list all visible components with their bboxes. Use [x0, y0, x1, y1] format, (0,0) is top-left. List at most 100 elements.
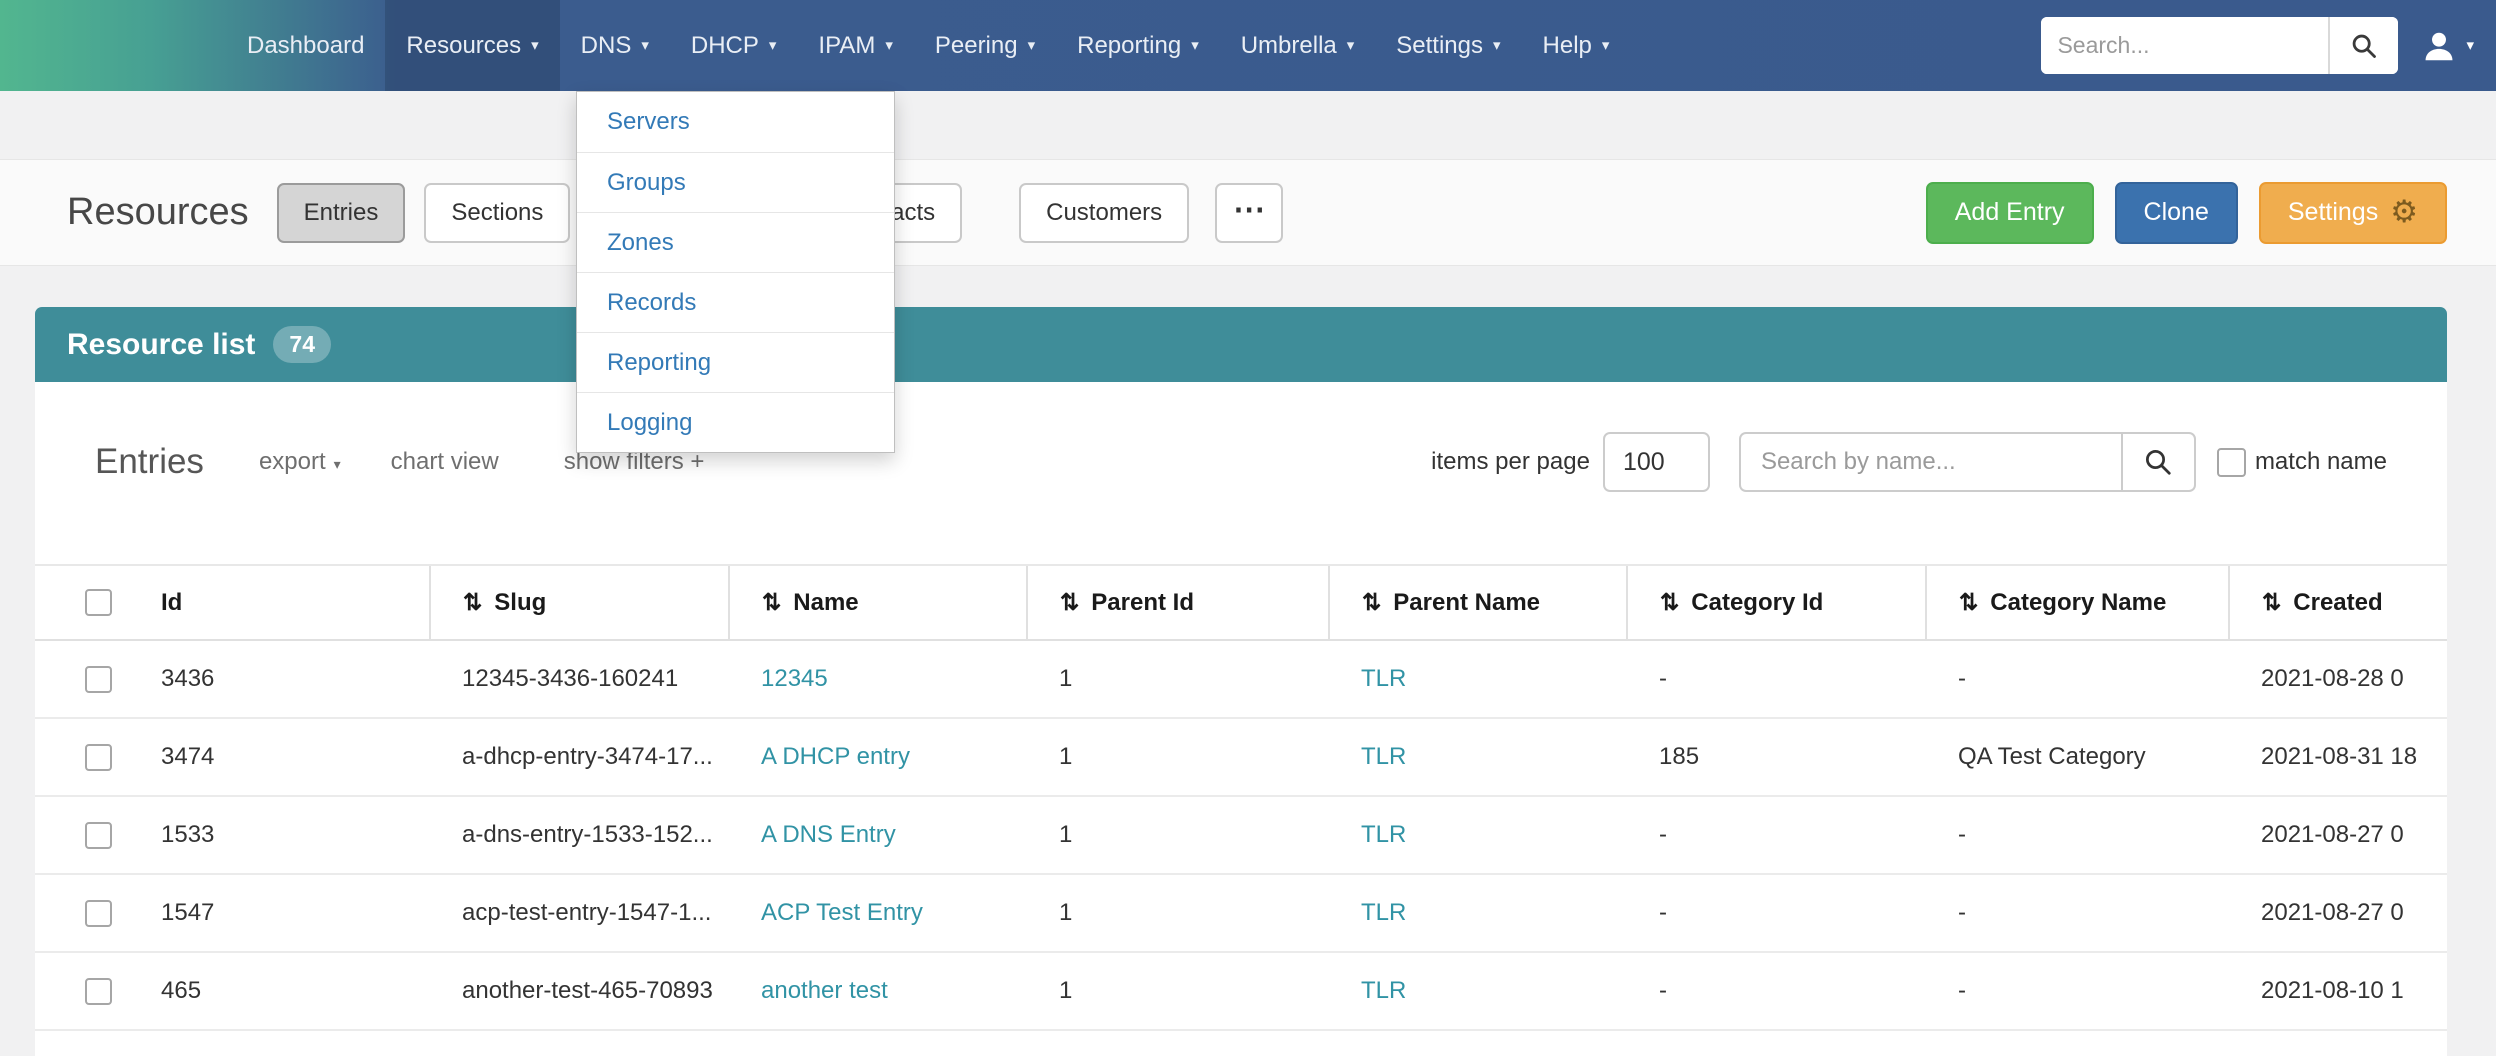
settings-button[interactable]: Settings: [2259, 182, 2447, 244]
row-checkbox[interactable]: [85, 666, 112, 693]
cell-id: 3474: [161, 718, 430, 796]
cell-parent-id: 1: [1027, 640, 1329, 718]
nav-item-peering[interactable]: Peering: [914, 0, 1056, 91]
nav-item-ipam[interactable]: IPAM: [797, 0, 913, 91]
sort-icon: [1362, 589, 1381, 616]
clone-button[interactable]: Clone: [2115, 182, 2238, 244]
sort-icon: [2262, 589, 2281, 616]
entry-name-link[interactable]: another test: [761, 977, 888, 1004]
nav-item-dhcp[interactable]: DHCP: [670, 0, 798, 91]
nav-item-umbrella[interactable]: Umbrella: [1220, 0, 1376, 91]
nav-item-settings[interactable]: Settings: [1375, 0, 1521, 91]
cell-category-name: -: [1926, 874, 2229, 952]
chart-view-link[interactable]: chart view: [391, 448, 499, 476]
tab-sections[interactable]: Sections: [424, 183, 570, 243]
nav-item-dns[interactable]: DNS: [560, 0, 670, 91]
menu-item-logging[interactable]: Logging: [577, 392, 894, 452]
name-search-input[interactable]: [1739, 432, 2121, 492]
cell-parent-name: TLR: [1329, 874, 1627, 952]
app: Dashboard Resources DNS DHCP IPAM Peerin…: [0, 0, 2496, 1056]
menu-item-reporting[interactable]: Reporting: [577, 332, 894, 392]
parent-name-link[interactable]: TLR: [1361, 821, 1406, 848]
parent-name-link[interactable]: TLR: [1361, 743, 1406, 770]
gear-icon: [2390, 196, 2418, 229]
row-checkbox[interactable]: [85, 744, 112, 771]
cell-category-name: -: [1926, 640, 2229, 718]
nav-item-dashboard[interactable]: Dashboard: [226, 0, 385, 91]
entry-name-link[interactable]: A DHCP entry: [761, 743, 910, 770]
row-checkbox[interactable]: [85, 900, 112, 927]
nav-item-label: IPAM: [818, 32, 875, 60]
panel-body: Entries export chart view show filters +…: [35, 382, 2447, 1056]
entry-name-link[interactable]: A DNS Entry: [761, 821, 896, 848]
parent-name-link[interactable]: TLR: [1361, 899, 1406, 926]
tab-entries[interactable]: Entries: [277, 183, 406, 243]
cell-select: [35, 874, 161, 952]
menu-item-records[interactable]: Records: [577, 272, 894, 332]
cell-category-name: QA Test Category: [1926, 718, 2229, 796]
global-search-button[interactable]: [2328, 17, 2398, 74]
column-header-name[interactable]: Name: [729, 565, 1027, 640]
parent-name-link[interactable]: TLR: [1361, 977, 1406, 1004]
column-header-category-id[interactable]: Category Id: [1627, 565, 1926, 640]
items-per-page-input[interactable]: [1603, 432, 1710, 492]
name-search-button[interactable]: [2121, 432, 2196, 492]
top-navbar: Dashboard Resources DNS DHCP IPAM Peerin…: [0, 0, 2496, 91]
nav-items: Dashboard Resources DNS DHCP IPAM Peerin…: [226, 0, 1630, 91]
table-row: 465 another-test-465-70893 another test …: [35, 952, 2447, 1030]
cell-created: 2021-08-28 0: [2229, 640, 2447, 718]
dns-dropdown-menu: Servers Groups Zones Records Reporting L…: [576, 91, 895, 453]
column-header-select: [35, 565, 161, 640]
entry-name-link[interactable]: ACP Test Entry: [761, 899, 923, 926]
cell-name: another test: [729, 952, 1027, 1030]
menu-item-zones[interactable]: Zones: [577, 212, 894, 272]
caret-down-icon: [2466, 38, 2474, 53]
caret-down-icon: [1191, 38, 1199, 53]
cell-created: 2021-08-27 0: [2229, 874, 2447, 952]
nav-item-label: DNS: [581, 32, 632, 60]
caret-down-icon: [1028, 38, 1036, 53]
cell-created: 2021-08-31 18: [2229, 718, 2447, 796]
cell-slug: a-dhcp-entry-3474-17...: [430, 718, 729, 796]
toolbar-right: items per page match name: [1431, 432, 2387, 492]
match-name-checkbox[interactable]: [2217, 448, 2246, 477]
menu-item-servers[interactable]: Servers: [577, 92, 894, 152]
table-row: 1533 a-dns-entry-1533-152... A DNS Entry…: [35, 796, 2447, 874]
more-tabs-button[interactable]: [1215, 183, 1283, 243]
parent-name-link[interactable]: TLR: [1361, 665, 1406, 692]
cell-parent-name: TLR: [1329, 796, 1627, 874]
cell-category-id: -: [1627, 640, 1926, 718]
nav-item-resources[interactable]: Resources: [385, 0, 559, 91]
user-icon: [2420, 27, 2458, 65]
column-header-category-name[interactable]: Category Name: [1926, 565, 2229, 640]
nav-item-help[interactable]: Help: [1522, 0, 1631, 91]
entry-name-link[interactable]: 12345: [761, 665, 828, 692]
select-all-checkbox[interactable]: [85, 589, 112, 616]
nav-item-reporting[interactable]: Reporting: [1056, 0, 1220, 91]
column-header-parent-name[interactable]: Parent Name: [1329, 565, 1627, 640]
global-search-group: [2041, 17, 2398, 74]
export-dropdown[interactable]: export: [259, 448, 341, 476]
panel-title: Resource list: [67, 328, 255, 362]
add-entry-button[interactable]: Add Entry: [1926, 182, 2094, 244]
nav-item-label: Help: [1543, 32, 1592, 60]
menu-item-groups[interactable]: Groups: [577, 152, 894, 212]
global-search-input[interactable]: [2041, 17, 2328, 74]
cell-parent-id: 1: [1027, 796, 1329, 874]
nav-item-label: Resources: [406, 32, 521, 60]
row-checkbox[interactable]: [85, 822, 112, 849]
column-header-parent-id[interactable]: Parent Id: [1027, 565, 1329, 640]
user-menu[interactable]: [2420, 27, 2474, 65]
table-row: 3474 a-dhcp-entry-3474-17... A DHCP entr…: [35, 718, 2447, 796]
cell-created: 2021-08-27 0: [2229, 796, 2447, 874]
cell-select: [35, 640, 161, 718]
row-checkbox[interactable]: [85, 978, 112, 1005]
tab-customers[interactable]: Customers: [1019, 183, 1189, 243]
column-header-created[interactable]: Created: [2229, 565, 2447, 640]
resource-list-panel: Resource list 74 Entries export chart vi…: [35, 307, 2447, 1056]
name-search-group: [1739, 432, 2196, 492]
cell-name: 12345: [729, 640, 1027, 718]
cell-slug: another-test-465-70893: [430, 952, 729, 1030]
column-header-slug[interactable]: Slug: [430, 565, 729, 640]
nav-item-label: Peering: [935, 32, 1018, 60]
